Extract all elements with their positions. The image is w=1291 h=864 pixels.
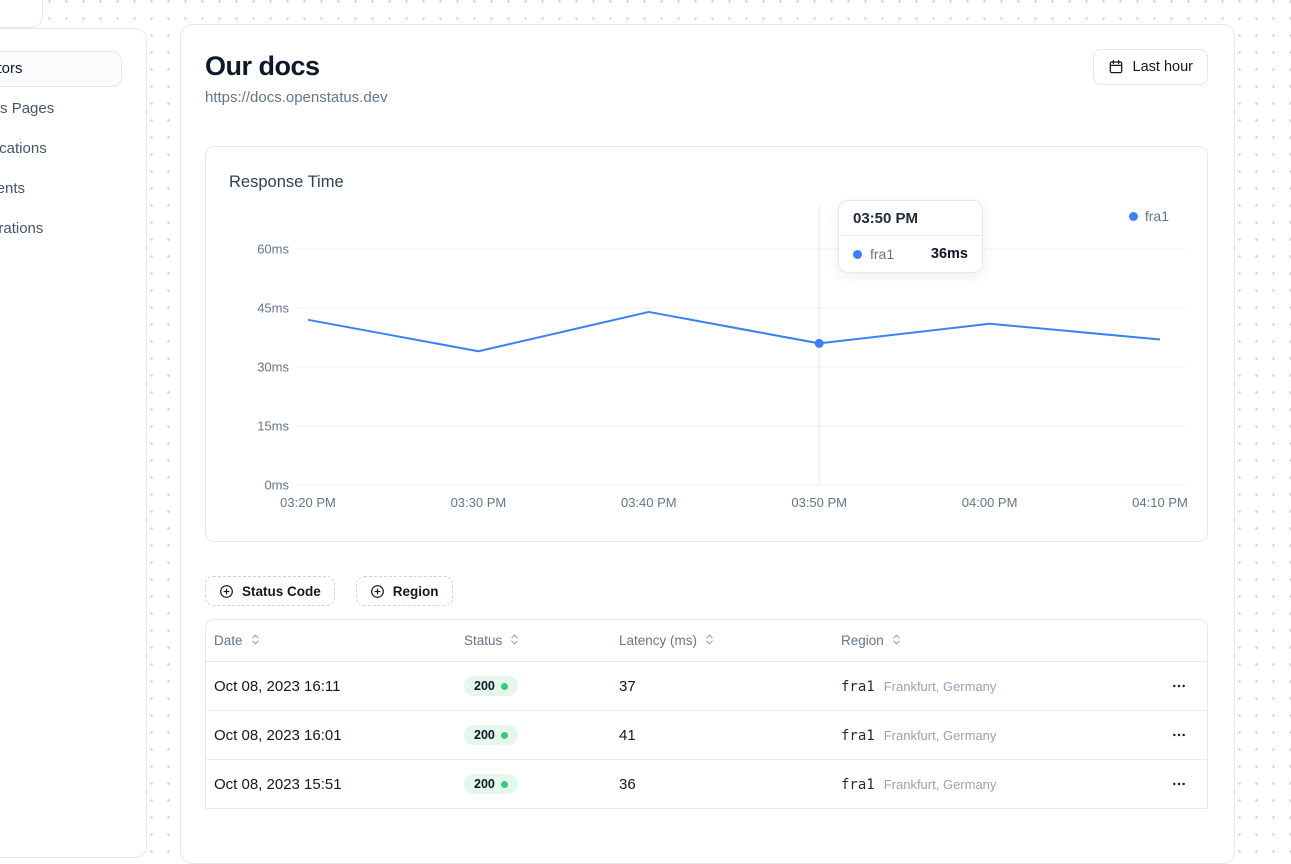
tooltip-series-value: 36ms: [931, 246, 968, 262]
actions-cell: [1151, 772, 1207, 796]
date-cell: Oct 08, 2023 16:11: [214, 678, 464, 695]
sidebar-item-integrations[interactable]: Integrations: [0, 211, 122, 247]
status-ok-dot-icon: [501, 732, 508, 739]
column-label: Date: [214, 633, 243, 648]
row-actions-button[interactable]: [1167, 772, 1191, 796]
sidebar-item-notifications[interactable]: Notifications: [0, 131, 122, 167]
sidebar: Monitors Status Pages Notifications Inciden…: [0, 28, 147, 858]
svg-text:03:40 PM: 03:40 PM: [621, 495, 677, 510]
ellipsis-icon: [1171, 731, 1187, 746]
region-name: Frankfurt, Germany: [884, 777, 997, 792]
region-code: fra1: [841, 777, 875, 793]
circle-plus-icon: [219, 584, 234, 599]
actions-cell: [1151, 674, 1207, 698]
status-badge: 200: [464, 676, 518, 696]
latency-cell: 36: [619, 776, 841, 793]
monitor-url: https://docs.openstatus.dev: [205, 88, 388, 108]
status-cell: 200: [464, 676, 619, 696]
region-code: fra1: [841, 728, 875, 744]
tooltip-time: 03:50 PM: [839, 201, 982, 236]
sidebar-item-incidents[interactable]: Incidents: [0, 171, 122, 207]
page-title: Our docs: [205, 49, 388, 83]
sort-chevrons-icon: [703, 633, 716, 649]
sidebar-item-monitors[interactable]: Monitors: [0, 51, 122, 87]
status-ok-dot-icon: [501, 781, 508, 788]
table-body: Oct 08, 2023 16:1120037fra1Frankfurt, Ge…: [206, 662, 1207, 809]
status-code: 200: [474, 777, 495, 791]
sort-chevrons-icon: [890, 633, 903, 649]
svg-text:15ms: 15ms: [257, 419, 289, 434]
calendar-icon: [1108, 59, 1124, 75]
svg-text:0ms: 0ms: [264, 478, 289, 493]
tooltip-series-name: fra1: [870, 246, 894, 262]
row-actions-button[interactable]: [1167, 674, 1191, 698]
table-row[interactable]: Oct 08, 2023 16:01 200 41fra1 Frankfurt, Ge…: [206, 711, 1207, 760]
column-label: Latency (ms): [619, 633, 697, 648]
response-time-card: Response Time fra1 0ms15ms30ms45ms60ms03…: [205, 146, 1208, 542]
requests-table: Date Status Latency (ms) Region Oct 08, 202…: [205, 619, 1208, 809]
column-label: Status: [464, 633, 502, 648]
column-header-status[interactable]: Status: [464, 633, 619, 649]
page-header-text: Our docs https://docs.openstatus.dev: [205, 49, 388, 108]
region-cell: fra1 Frankfurt, Germany: [841, 678, 1151, 695]
time-range-label: Last hour: [1133, 59, 1193, 75]
column-header-latency-ms[interactable]: Latency (ms): [619, 633, 841, 649]
table-header-row: Date Status Latency (ms) Region: [206, 620, 1207, 662]
region-code: fra1: [841, 679, 875, 695]
table-filters: Status Code Region: [205, 576, 1208, 606]
main-card: Our docs https://docs.openstatus.dev Las…: [180, 24, 1235, 864]
svg-text:03:20 PM: 03:20 PM: [280, 495, 336, 510]
actions-cell: [1151, 723, 1207, 747]
region-name: Frankfurt, Germany: [884, 728, 997, 743]
column-header-date[interactable]: Date: [214, 633, 464, 649]
status-cell: 200: [464, 774, 619, 794]
column-header-region[interactable]: Region: [841, 633, 1151, 649]
svg-text:03:50 PM: 03:50 PM: [791, 495, 847, 510]
filter-button-region[interactable]: Region: [356, 576, 453, 606]
column-label: Region: [841, 633, 884, 648]
svg-text:45ms: 45ms: [257, 301, 289, 316]
status-badge: 200: [464, 774, 518, 794]
table-row[interactable]: Oct 08, 2023 16:11 200 37fra1 Frankfurt, Ge…: [206, 662, 1207, 711]
svg-text:60ms: 60ms: [257, 242, 289, 257]
date-cell: Oct 08, 2023 16:01: [214, 727, 464, 744]
svg-text:04:10 PM: 04:10 PM: [1132, 495, 1188, 510]
sort-chevrons-icon: [508, 633, 521, 649]
time-range-button[interactable]: Last hour: [1093, 49, 1208, 85]
svg-text:30ms: 30ms: [257, 360, 289, 375]
ellipsis-icon: [1171, 682, 1187, 697]
sort-chevrons-icon: [249, 633, 262, 649]
status-badge: 200: [464, 725, 518, 745]
svg-text:04:00 PM: 04:00 PM: [962, 495, 1018, 510]
region-name: Frankfurt, Germany: [884, 679, 997, 694]
svg-text:03:30 PM: 03:30 PM: [451, 495, 507, 510]
row-actions-button[interactable]: [1167, 723, 1191, 747]
table-row[interactable]: Oct 08, 2023 15:51 200 36fra1 Frankfurt, Ge…: [206, 760, 1207, 809]
status-code: 200: [474, 728, 495, 742]
latency-cell: 37: [619, 678, 841, 695]
ellipsis-icon: [1171, 780, 1187, 795]
status-ok-dot-icon: [501, 683, 508, 690]
sidebar-nav: Monitors Status Pages Notifications Inciden…: [0, 29, 146, 247]
response-time-chart[interactable]: 0ms 15ms 30ms 45ms 60ms 03:20 PM 03:30 PM 03:40…: [206, 147, 1209, 541]
circle-plus-icon: [370, 584, 385, 599]
status-code: 200: [474, 679, 495, 693]
filter-label: Region: [393, 584, 439, 599]
status-cell: 200: [464, 725, 619, 745]
region-cell: fra1 Frankfurt, Germany: [841, 727, 1151, 744]
filter-button-status-code[interactable]: Status Code: [205, 576, 335, 606]
series-dot-icon: [853, 250, 862, 259]
sidebar-item-status-pages[interactable]: Status Pages: [0, 91, 122, 127]
page-header: Our docs https://docs.openstatus.dev Las…: [205, 49, 1208, 108]
monitor-overview-page: { "colors": { "accent_blue": "#3b82f6", …: [0, 0, 1291, 810]
topbar-chip: [0, 0, 43, 28]
chart-tooltip: 03:50 PM fra1 36ms: [838, 200, 983, 273]
tooltip-series-row: fra1 36ms: [839, 236, 982, 272]
region-cell: fra1 Frankfurt, Germany: [841, 776, 1151, 793]
latency-cell: 41: [619, 727, 841, 744]
date-cell: Oct 08, 2023 15:51: [214, 776, 464, 793]
filter-label: Status Code: [242, 584, 321, 599]
